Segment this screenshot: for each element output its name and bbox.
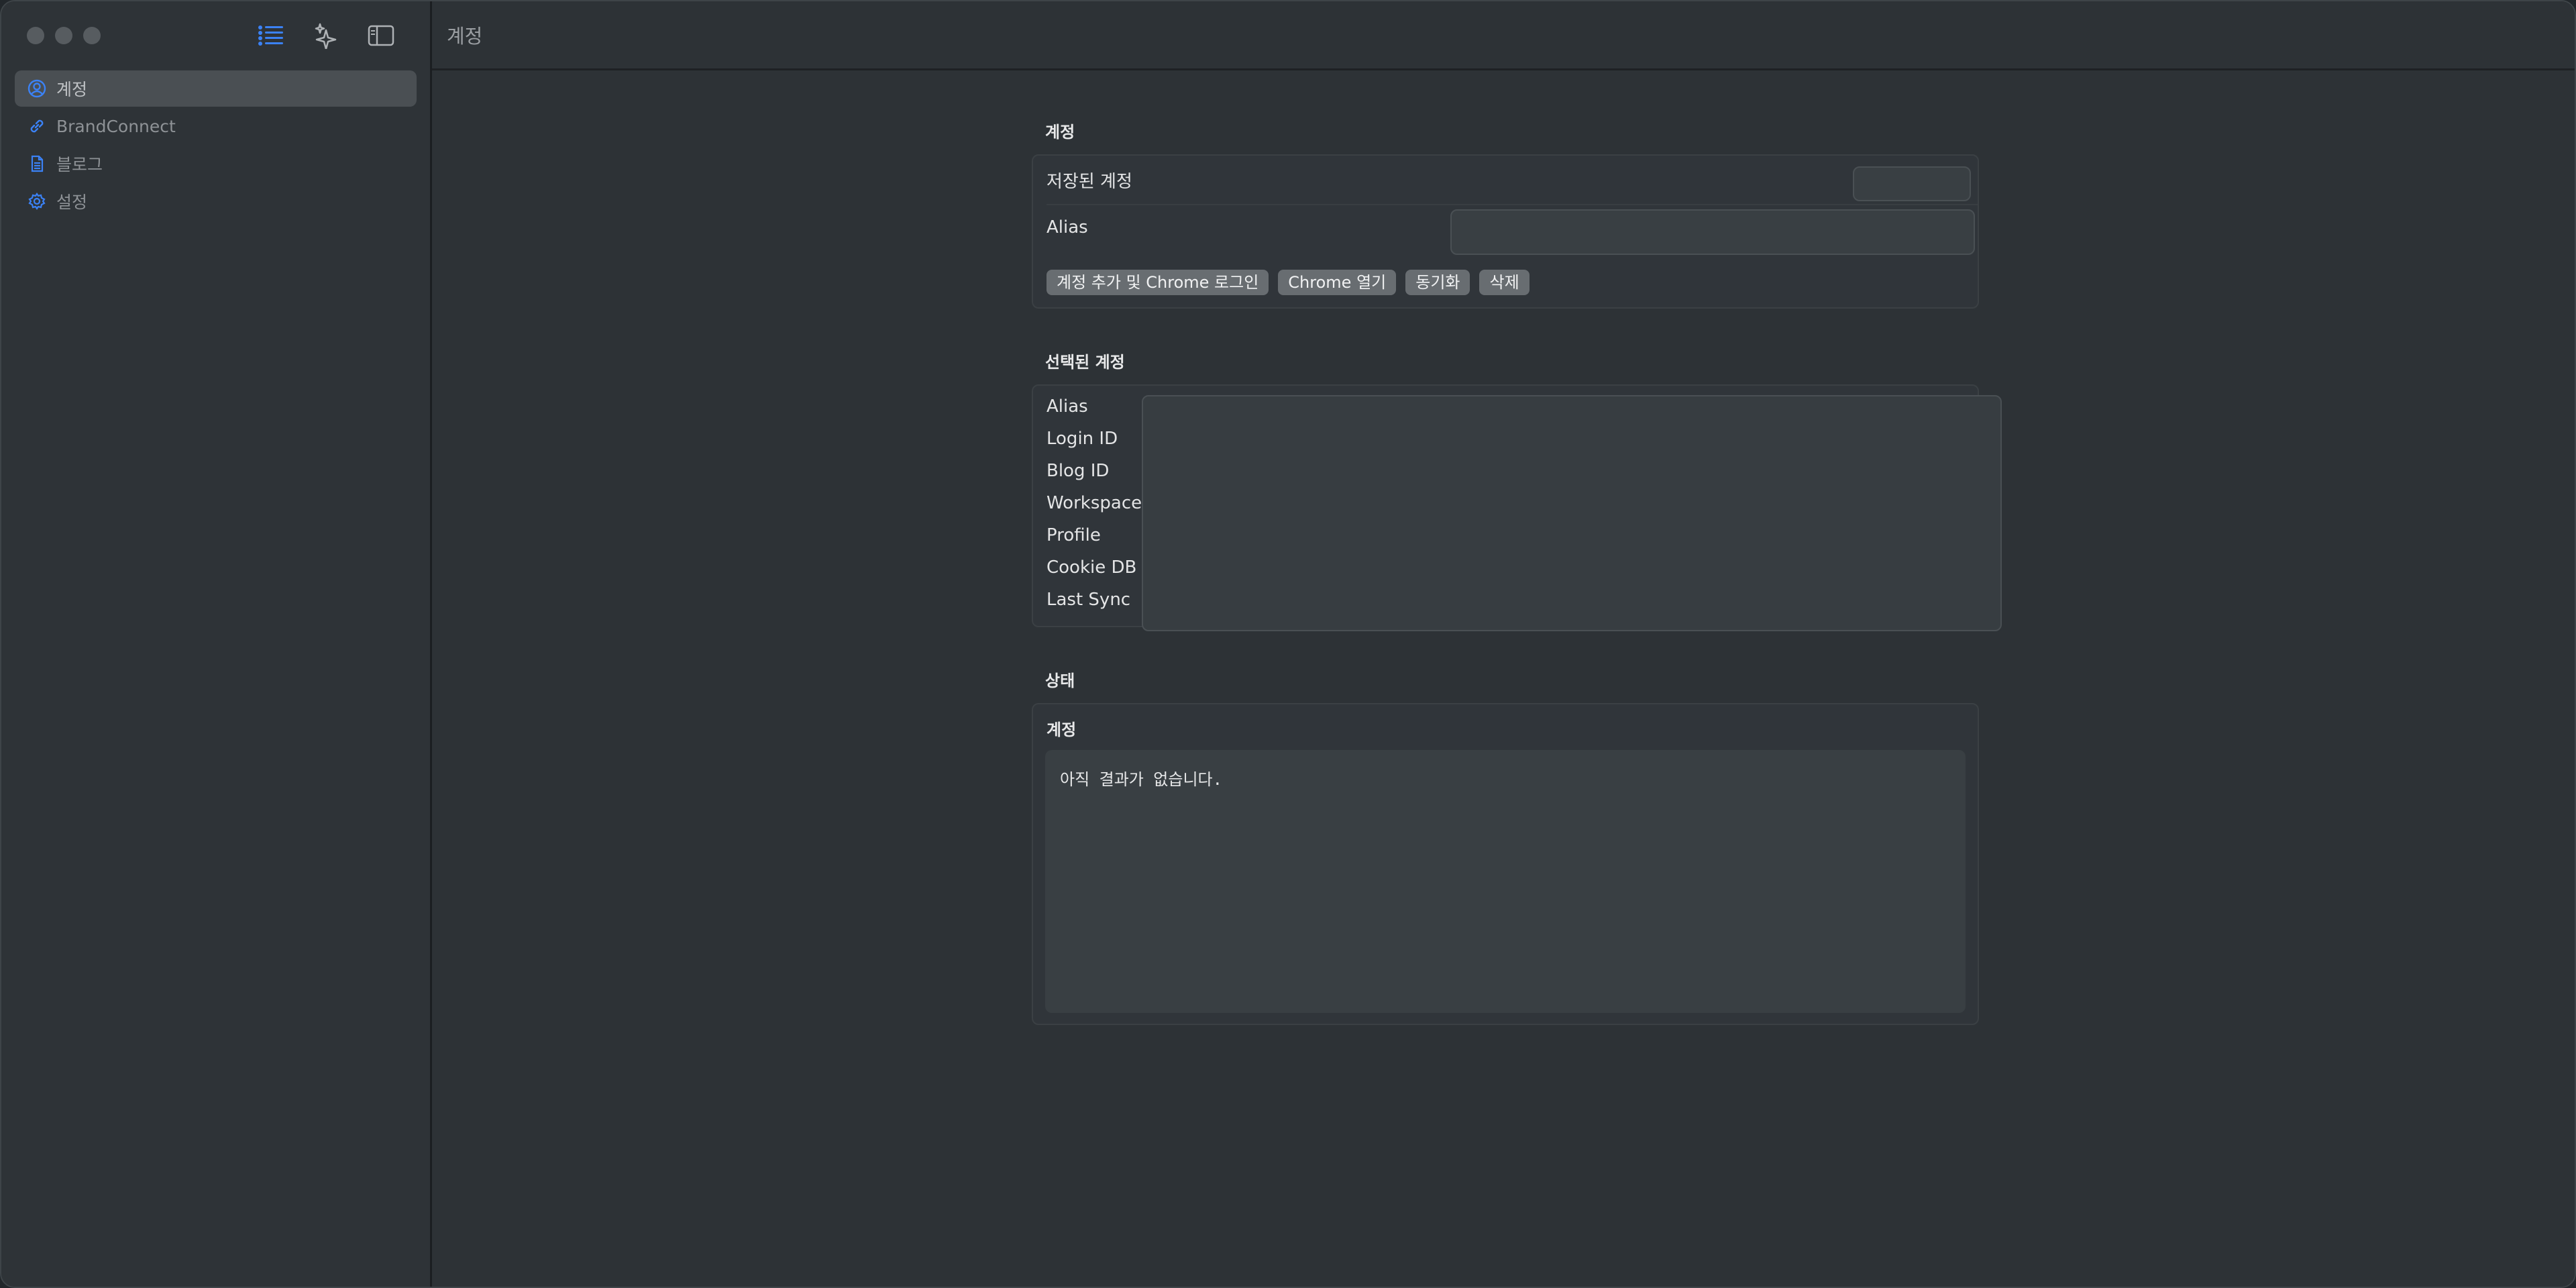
document-icon bbox=[31, 155, 44, 172]
alias-input[interactable] bbox=[1450, 209, 1975, 255]
sidebar-item-label: 설정 bbox=[56, 193, 88, 212]
add-account-chrome-login-button[interactable]: 계정 추가 및 Chrome 로그인 bbox=[1046, 270, 1269, 295]
selected-labels: Alias Login ID Blog ID Workspace Profile… bbox=[1046, 396, 1142, 622]
sidebar-toggle-icon bbox=[368, 25, 394, 46]
list-view-button[interactable] bbox=[254, 20, 288, 51]
sidebar-item-label: BrandConnect bbox=[56, 116, 176, 136]
login-id-label: Login ID bbox=[1046, 429, 1118, 449]
accounts-section-title: 계정 bbox=[1045, 123, 1075, 142]
link-icon bbox=[30, 119, 44, 133]
sync-button[interactable]: 동기화 bbox=[1405, 270, 1470, 295]
status-group-title: 계정 bbox=[1046, 720, 1077, 739]
sidebar: 계정 BrandConnect 블로그 설정 bbox=[1, 1, 432, 1287]
alias-label: Alias bbox=[1046, 217, 1088, 237]
sparkle-icon bbox=[315, 23, 337, 49]
status-output-text: 아직 결과가 없습니다. bbox=[1060, 770, 1223, 789]
toolbar: 계정 bbox=[432, 1, 2575, 70]
sidebar-toolbar bbox=[254, 20, 398, 51]
accounts-group: 저장된 계정 Alias 계정 추가 및 Chrome 로그인 Chrome 열기… bbox=[1032, 154, 1979, 309]
status-output-box[interactable]: 아직 결과가 없습니다. bbox=[1045, 750, 1966, 1013]
profile-label: Profile bbox=[1046, 525, 1101, 545]
last-sync-label: Last Sync bbox=[1046, 590, 1131, 610]
selected-section-title: 선택된 계정 bbox=[1045, 353, 1125, 372]
selected-account-group: Alias Login ID Blog ID Workspace Profile… bbox=[1032, 384, 2002, 631]
window-title: 계정 bbox=[447, 25, 483, 48]
toggle-sidebar-button[interactable] bbox=[364, 20, 398, 51]
open-chrome-button[interactable]: Chrome 열기 bbox=[1278, 270, 1397, 295]
status-group: 계정 아직 결과가 없습니다. bbox=[1032, 703, 1979, 1025]
cookie-db-label: Cookie DB bbox=[1046, 557, 1137, 578]
accounts-button-row: 계정 추가 및 Chrome 로그인 Chrome 열기 동기화 삭제 bbox=[1046, 270, 1539, 295]
list-icon bbox=[258, 25, 283, 46]
status-section-title: 상태 bbox=[1045, 672, 1075, 690]
selected-account-detail-box[interactable] bbox=[1142, 395, 2002, 631]
delete-button[interactable]: 삭제 bbox=[1479, 270, 1529, 295]
minimize-window-button[interactable] bbox=[55, 27, 72, 44]
close-window-button[interactable] bbox=[27, 27, 44, 44]
sidebar-item-label: 블로그 bbox=[56, 155, 103, 174]
selected-alias-label: Alias bbox=[1046, 396, 1088, 417]
blog-id-label: Blog ID bbox=[1046, 461, 1110, 481]
gear-icon bbox=[28, 193, 46, 210]
sidebar-item-blog[interactable]: 블로그 bbox=[15, 146, 417, 182]
sidebar-item-brandconnect[interactable]: BrandConnect bbox=[15, 108, 417, 144]
sidebar-item-settings[interactable]: 설정 bbox=[15, 183, 417, 219]
zoom-window-button[interactable] bbox=[83, 27, 101, 44]
saved-accounts-picker[interactable] bbox=[1853, 166, 1971, 201]
person-circle-icon bbox=[28, 79, 46, 98]
sidebar-item-label: 계정 bbox=[56, 80, 88, 99]
sparkle-button[interactable] bbox=[309, 20, 343, 51]
traffic-lights bbox=[27, 27, 101, 44]
sidebar-list: 계정 BrandConnect 블로그 설정 bbox=[15, 70, 417, 221]
sidebar-item-accounts[interactable]: 계정 bbox=[15, 70, 417, 107]
workspace-label: Workspace bbox=[1046, 493, 1142, 513]
content: 계정 저장된 계정 Alias 계정 추가 및 Chrome 로그인 Chrome… bbox=[1032, 70, 2002, 1025]
main-area: 계정 계정 저장된 계정 Alias 계정 추가 및 Chrome 로그인 Chr… bbox=[432, 1, 2575, 1287]
saved-accounts-label: 저장된 계정 bbox=[1046, 172, 1132, 192]
app-window: 계정 BrandConnect 블로그 설정 계정 계정 저장된 계정 Alia… bbox=[0, 0, 2576, 1288]
